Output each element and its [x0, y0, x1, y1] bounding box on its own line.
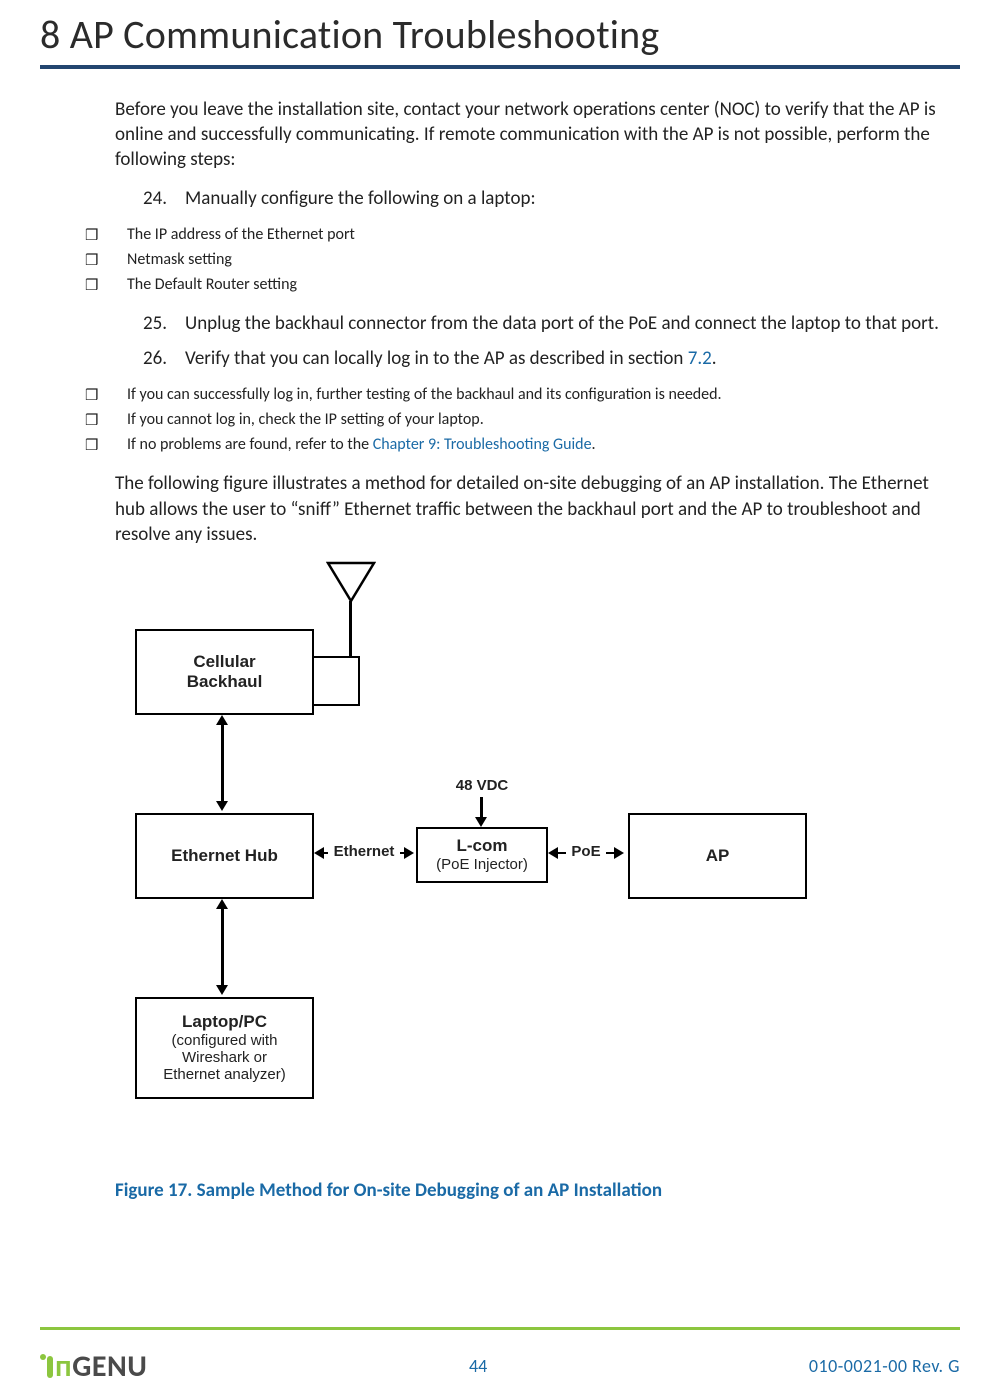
section-link[interactable]: 7.2	[688, 347, 712, 370]
antenna-mast	[349, 601, 352, 656]
box-sub1: (configured with	[172, 1032, 278, 1049]
check-text-pre: If no problems are found, refer to the	[127, 435, 373, 454]
box-title: Laptop/PC	[182, 1012, 267, 1032]
check-text: If no problems are found, refer to the C…	[127, 435, 596, 454]
figure-caption: Figure 17. Sample Method for On-site Deb…	[115, 1179, 960, 1202]
label-ethernet: Ethernet	[328, 843, 400, 860]
step-number: 24.	[115, 186, 185, 211]
connector-line	[480, 797, 483, 819]
arrow-up-icon	[216, 715, 228, 725]
step-number: 26.	[115, 346, 185, 371]
step-text-post: .	[712, 347, 717, 370]
step-text: Manually configure the following on a la…	[185, 186, 950, 211]
check-item: ❒ The IP address of the Ethernet port	[85, 225, 960, 247]
checkbox-icon: ❒	[85, 275, 105, 297]
check-text: Netmask setting	[127, 250, 232, 269]
step-list: 24. Manually configure the following on …	[115, 186, 950, 211]
arrow-right-icon	[404, 847, 414, 859]
lcom-box: L-com (PoE Injector)	[416, 827, 548, 883]
step-list: 25. Unplug the backhaul connector from t…	[115, 311, 950, 371]
checkbox-icon: ❒	[85, 225, 105, 247]
check-item: ❒ If no problems are found, refer to the…	[85, 435, 960, 457]
arrow-down-icon	[216, 985, 228, 995]
logo-dot-icon	[40, 1354, 46, 1360]
box-title: Ethernet Hub	[171, 846, 278, 866]
ap-box: AP	[628, 813, 807, 899]
check-text: If you can successfully log in, further …	[127, 385, 722, 404]
paragraph-2: The following figure illustrates a metho…	[115, 471, 950, 546]
check-text: If you cannot log in, check the IP setti…	[127, 410, 484, 429]
check-item: ❒ If you can successfully log in, furthe…	[85, 385, 960, 407]
logo-i-icon	[47, 1356, 53, 1378]
box-title: Cellular	[193, 652, 255, 672]
check-text: The Default Router setting	[127, 275, 297, 294]
antenna-base	[310, 656, 360, 706]
arrow-up-icon	[216, 899, 228, 909]
debug-diagram: Cellular Backhaul Ethernet Hub L-com (Po…	[100, 561, 820, 1161]
arrow-left-icon	[314, 847, 324, 859]
step-number: 25.	[115, 311, 185, 336]
box-title: AP	[706, 846, 730, 866]
step-text: Unplug the backhaul connector from the d…	[185, 311, 950, 336]
document-id: 010-0021-00 Rev. G	[809, 1355, 960, 1377]
page-number: 44	[469, 1355, 487, 1377]
label-poe: PoE	[566, 843, 606, 860]
box-subtitle: (PoE Injector)	[436, 856, 528, 873]
check-text-post: .	[592, 435, 596, 454]
checklist-2: ❒ If you can successfully log in, furthe…	[115, 385, 960, 457]
chapter-link[interactable]: Chapter 9: Troubleshooting Guide	[373, 435, 592, 454]
box-subtitle: Backhaul	[187, 672, 263, 692]
checkbox-icon: ❒	[85, 385, 105, 407]
arrow-left-icon	[548, 847, 558, 859]
step-25: 25. Unplug the backhaul connector from t…	[115, 311, 950, 336]
footer-rule	[40, 1327, 960, 1330]
checkbox-icon: ❒	[85, 250, 105, 272]
check-item: ❒ If you cannot log in, check the IP set…	[85, 410, 960, 432]
box-sub3: Ethernet analyzer)	[163, 1066, 286, 1083]
step-24: 24. Manually configure the following on …	[115, 186, 950, 211]
checkbox-icon: ❒	[85, 435, 105, 457]
cellular-backhaul-box: Cellular Backhaul	[135, 629, 314, 715]
check-item: ❒ Netmask setting	[85, 250, 960, 272]
check-item: ❒ The Default Router setting	[85, 275, 960, 297]
ethernet-hub-box: Ethernet Hub	[135, 813, 314, 899]
chapter-heading: 8 AP Communication Troubleshooting	[40, 10, 960, 59]
brand-logo: ᴨGENU	[40, 1348, 147, 1385]
heading-rule	[40, 65, 960, 69]
chapter-number: 8	[40, 10, 60, 59]
connector-line	[221, 723, 224, 801]
chapter-title-text: AP Communication Troubleshooting	[70, 10, 660, 59]
step-text-pre: Verify that you can locally log in to th…	[185, 347, 688, 370]
checkbox-icon: ❒	[85, 410, 105, 432]
checklist-1: ❒ The IP address of the Ethernet port ❒ …	[115, 225, 960, 297]
arrow-right-icon	[614, 847, 624, 859]
box-title: L-com	[457, 836, 508, 856]
logo-text: GENU	[72, 1348, 147, 1385]
connector-line	[221, 907, 224, 985]
antenna-icon	[326, 561, 376, 603]
step-text: Verify that you can locally log in to th…	[185, 346, 950, 371]
page-footer: ᴨGENU 44 010-0021-00 Rev. G	[40, 1344, 960, 1388]
label-48vdc: 48 VDC	[450, 777, 514, 794]
arrow-down-icon	[216, 801, 228, 811]
step-26: 26. Verify that you can locally log in t…	[115, 346, 950, 371]
arrow-down-icon	[475, 817, 487, 827]
box-sub2: Wireshark or	[182, 1049, 267, 1066]
laptop-box: Laptop/PC (configured with Wireshark or …	[135, 997, 314, 1099]
check-text: The IP address of the Ethernet port	[127, 225, 355, 244]
logo-n-green: ᴨ	[55, 1348, 72, 1385]
intro-paragraph: Before you leave the installation site, …	[115, 97, 950, 172]
